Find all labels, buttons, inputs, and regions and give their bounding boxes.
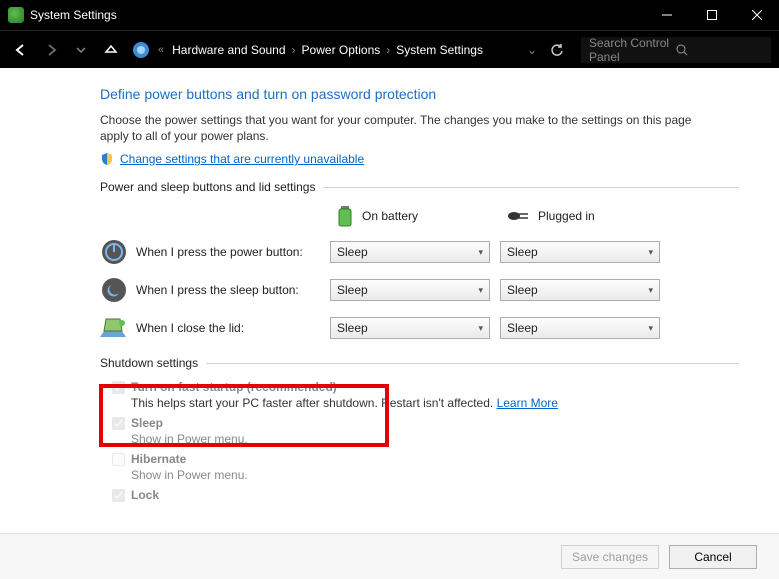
chevron-right-icon: › xyxy=(290,43,298,57)
close-button[interactable] xyxy=(734,0,779,30)
sleep-checkbox xyxy=(112,417,125,430)
hibernate-checkbox xyxy=(112,453,125,466)
lid-row-label: When I close the lid: xyxy=(100,314,320,342)
power-button-battery-select[interactable]: Sleep▾ xyxy=(330,241,490,263)
back-button[interactable] xyxy=(8,36,34,64)
change-unavailable-link[interactable]: Change settings that are currently unava… xyxy=(120,152,364,166)
chevron-down-icon: ▾ xyxy=(648,323,653,334)
chevron-down-icon: ▾ xyxy=(478,323,483,334)
sleep-button-row-label: When I press the sleep button: xyxy=(100,276,320,304)
sleep-button-battery-select[interactable]: Sleep▾ xyxy=(330,279,490,301)
navbar: « Hardware and Sound › Power Options › S… xyxy=(0,30,779,68)
maximize-button[interactable] xyxy=(689,0,734,30)
on-battery-header: On battery xyxy=(330,204,490,228)
titlebar: System Settings xyxy=(0,0,779,30)
window-title: System Settings xyxy=(30,8,117,22)
chevron-down-icon: ▾ xyxy=(478,247,483,258)
refresh-button[interactable] xyxy=(543,43,571,57)
window-controls xyxy=(644,0,779,30)
search-icon[interactable] xyxy=(676,44,763,56)
power-button-plugged-select[interactable]: Sleep▾ xyxy=(500,241,660,263)
breadcrumb-item[interactable]: Power Options xyxy=(302,43,381,57)
content-area: Define power buttons and turn on passwor… xyxy=(0,68,779,502)
hibernate-desc: Show in Power menu. xyxy=(100,468,739,482)
sleep-label: Sleep xyxy=(131,416,163,430)
lock-checkbox-row: Lock xyxy=(100,488,739,502)
plugged-in-header: Plugged in xyxy=(500,209,660,223)
footer: Save changes Cancel xyxy=(0,533,779,579)
breadcrumb-item[interactable]: Hardware and Sound xyxy=(172,43,285,57)
search-placeholder: Search Control Panel xyxy=(589,36,676,64)
minimize-button[interactable] xyxy=(644,0,689,30)
chevron-left-icon: « xyxy=(158,44,164,56)
sleep-button-plugged-select[interactable]: Sleep▾ xyxy=(500,279,660,301)
power-grid: On battery Plugged in When I press the p… xyxy=(100,204,739,342)
hibernate-label: Hibernate xyxy=(131,452,186,466)
app-icon xyxy=(8,7,24,23)
plug-icon xyxy=(506,209,530,223)
lock-label: Lock xyxy=(131,488,159,502)
fast-startup-checkbox xyxy=(112,381,125,394)
shield-icon xyxy=(100,152,114,166)
sleep-button-icon xyxy=(100,276,128,304)
recent-locations-button[interactable] xyxy=(68,36,94,64)
sleep-desc: Show in Power menu. xyxy=(100,432,739,446)
forward-button[interactable] xyxy=(38,36,64,64)
shutdown-section-label: Shutdown settings xyxy=(100,356,739,370)
control-panel-icon xyxy=(132,41,150,59)
power-button-icon xyxy=(100,238,128,266)
hibernate-checkbox-row: Hibernate xyxy=(100,452,739,466)
fast-startup-desc: This helps start your PC faster after sh… xyxy=(100,396,739,410)
battery-icon xyxy=(336,204,354,228)
breadcrumb-item[interactable]: System Settings xyxy=(396,43,483,57)
up-button[interactable] xyxy=(98,36,124,64)
chevron-down-icon[interactable]: ⌄ xyxy=(525,43,539,57)
chevron-right-icon: › xyxy=(384,43,392,57)
fast-startup-label: Turn on fast startup (recommended) xyxy=(131,380,337,394)
learn-more-link[interactable]: Learn More xyxy=(497,396,558,410)
search-input[interactable]: Search Control Panel xyxy=(581,37,771,63)
cancel-button[interactable]: Cancel xyxy=(669,545,757,569)
lid-battery-select[interactable]: Sleep▾ xyxy=(330,317,490,339)
page-title: Define power buttons and turn on passwor… xyxy=(100,86,739,102)
power-button-row-label: When I press the power button: xyxy=(100,238,320,266)
breadcrumb[interactable]: Hardware and Sound › Power Options › Sys… xyxy=(168,43,539,57)
page-description: Choose the power settings that you want … xyxy=(100,112,720,144)
chevron-down-icon: ▾ xyxy=(648,247,653,258)
sleep-checkbox-row: Sleep xyxy=(100,416,739,430)
fast-startup-checkbox-row: Turn on fast startup (recommended) xyxy=(100,380,739,394)
save-button: Save changes xyxy=(561,545,659,569)
lock-checkbox xyxy=(112,489,125,502)
chevron-down-icon: ▾ xyxy=(648,285,653,296)
shutdown-settings: Turn on fast startup (recommended) This … xyxy=(100,380,739,502)
chevron-down-icon: ▾ xyxy=(478,285,483,296)
power-section-label: Power and sleep buttons and lid settings xyxy=(100,180,739,194)
laptop-lid-icon xyxy=(100,314,128,342)
lid-plugged-select[interactable]: Sleep▾ xyxy=(500,317,660,339)
